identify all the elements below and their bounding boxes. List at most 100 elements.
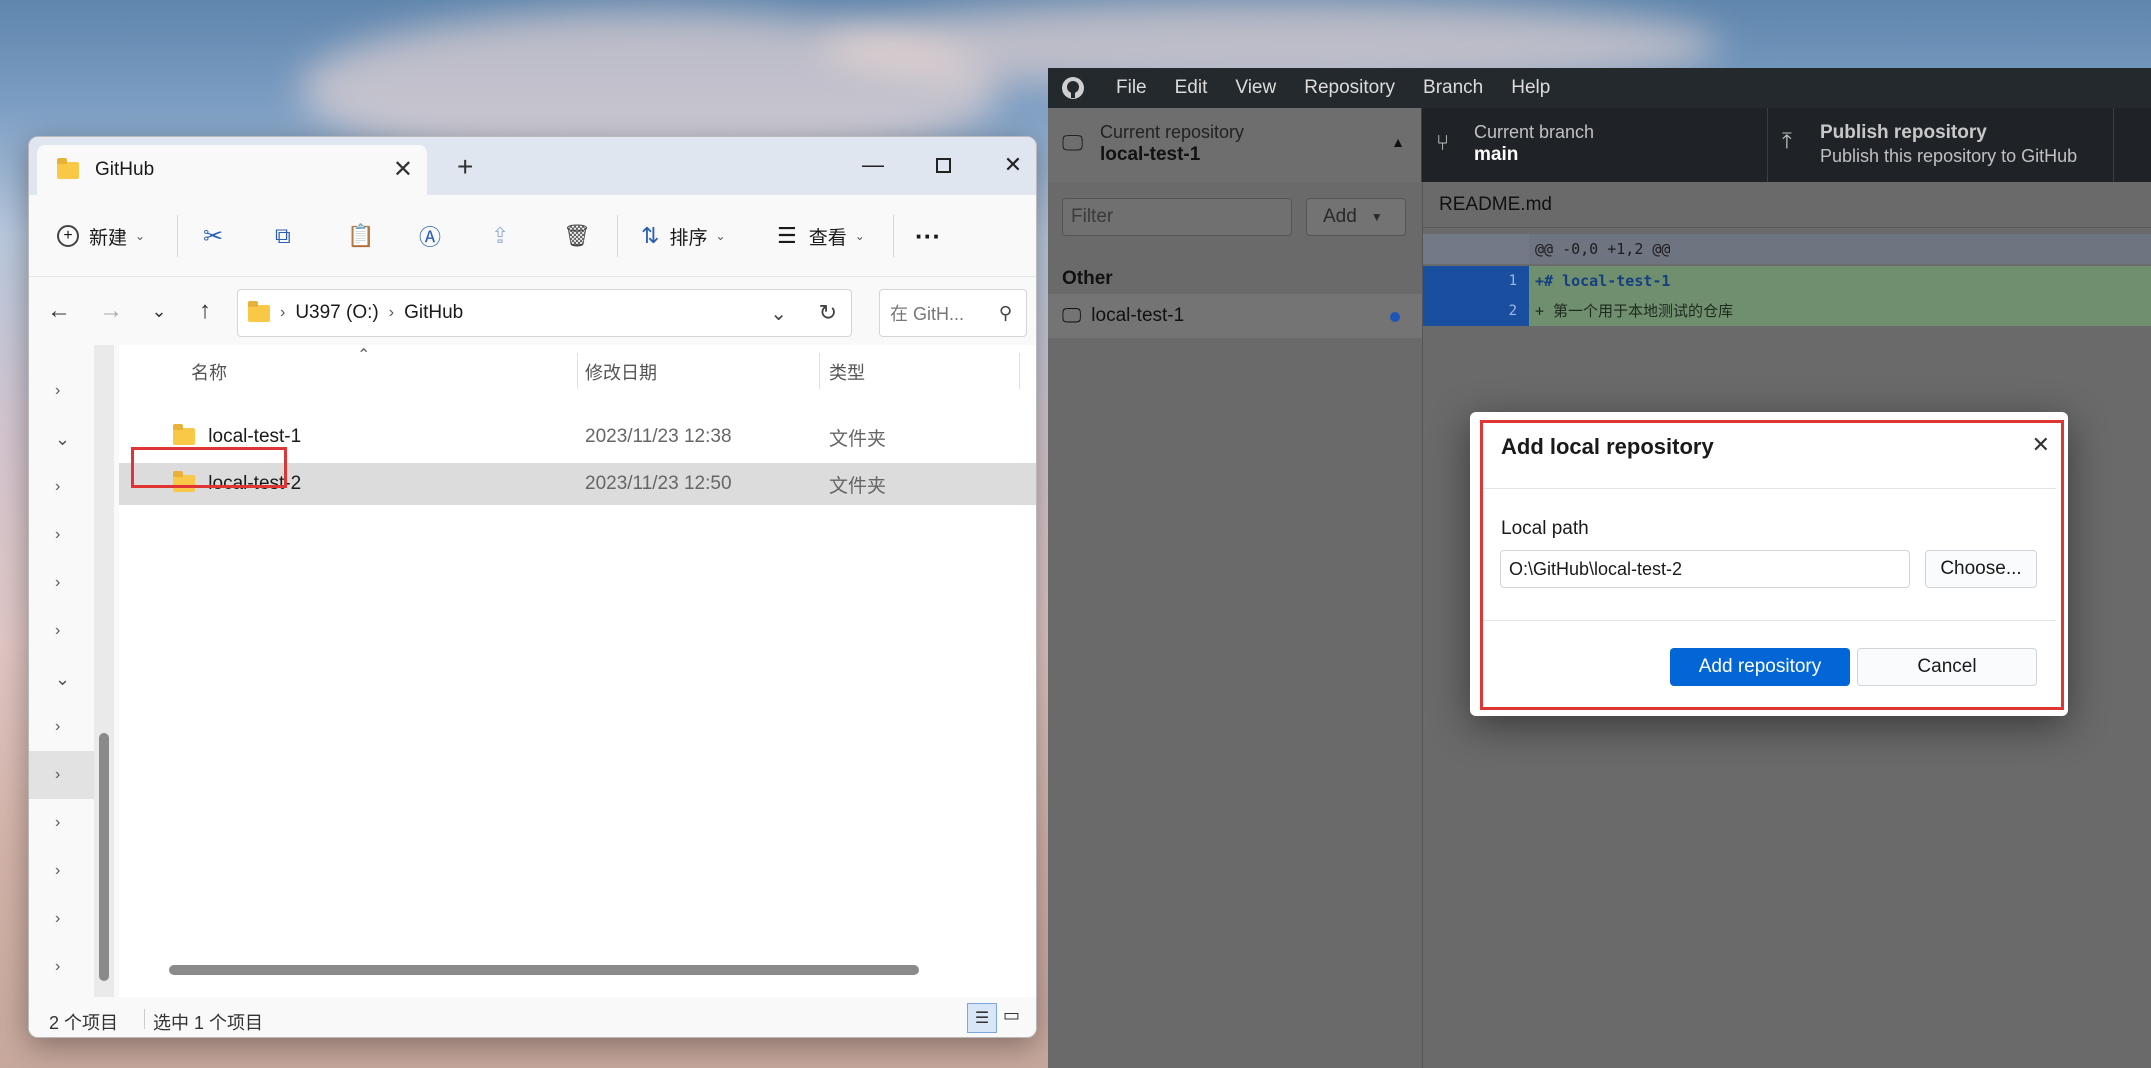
file-list: 名称 ⌃ 修改日期 类型 local-test-1 2023/11/23 12:… [119,345,1036,997]
horizontal-scrollbar[interactable] [169,965,919,975]
highlight-box-folder [131,447,287,488]
new-label: 新建 [89,227,128,249]
folder-icon [248,300,270,322]
current-repo-name: local-test-1 [1100,144,1201,165]
chevron-right-icon: › [55,718,61,735]
scrollbar-thumb[interactable] [99,733,109,981]
menu-repository[interactable]: Repository [1304,77,1395,99]
repo-list-item[interactable]: 🖵 local-test-1 [1048,294,1422,338]
current-repository-selector[interactable]: 🖵 Current repository local-test-1 ▲ [1048,108,1422,182]
chevron-right-icon: › [55,478,61,495]
tab-close-icon[interactable]: ✕ [393,155,413,184]
file-type: 文件夹 [829,428,887,450]
menu-view[interactable]: View [1235,77,1276,99]
current-branch-label: Current branch [1474,122,1595,142]
view-lines-icon: ☰ [777,223,797,248]
back-button[interactable]: ← [39,291,79,331]
menu-file[interactable]: File [1116,77,1147,99]
tab-title: GitHub [95,159,155,180]
filter-input[interactable]: Filter [1062,198,1292,236]
minimize-button[interactable]: — [843,147,903,183]
diff-added-line[interactable]: 1 +# local-test-1 [1423,266,2151,296]
explorer-titlebar: GitHub ✕ + — ✕ [29,137,1036,195]
filter-placeholder: Filter [1071,206,1114,227]
breadcrumb-separator: › [280,304,286,321]
search-input[interactable]: 在 GitH... ⚲ [879,289,1027,337]
view-button[interactable]: ☰ 查看 ⌄ [777,217,865,255]
navigation-pane: › ⌄ › › › › ⌄ › › › › › › [29,345,117,997]
current-branch-selector[interactable]: ⑂ Current branch main [1422,108,1768,182]
new-button[interactable]: + 新建 ⌄ [57,217,145,255]
clipboard-icon: 📋 [347,223,375,248]
tiles-view-icon[interactable]: ▭ [1003,1005,1020,1026]
status-divider [144,1009,145,1029]
diff-gutter [1423,234,1529,264]
sort-label: 排序 [669,227,708,249]
delete-button[interactable]: 🗑 [563,217,591,255]
chevron-right-icon: › [55,958,61,975]
file-type: 文件夹 [829,475,887,497]
menu-bar: File Edit View Repository Branch Help [1048,68,2151,108]
toolbar-divider [177,215,178,257]
add-dropdown-button[interactable]: Add ▼ [1306,198,1406,236]
breadcrumb-folder[interactable]: GitHub [404,302,463,324]
trash-icon: 🗑 [563,223,591,248]
current-branch-name: main [1474,144,1519,165]
copy-icon: ⧉ [275,223,291,248]
column-header-date[interactable]: 修改日期 [585,359,657,385]
paste-button[interactable]: 📋 [347,217,374,255]
address-bar[interactable]: › U397 (O:) › GitHub ⌄ ↻ [237,289,852,337]
diff-added-line[interactable]: 2 + 第一个用于本地测试的仓库 [1423,296,2151,326]
search-icon: ⚲ [998,302,1012,323]
column-divider[interactable] [577,353,578,389]
upload-icon: ⤒ [1782,128,1792,153]
close-window-button[interactable]: ✕ [983,147,1036,183]
refresh-icon[interactable]: ↻ [819,300,837,326]
menu-branch[interactable]: Branch [1423,77,1483,99]
maximize-button[interactable] [913,147,973,183]
address-dropdown-icon[interactable]: ⌄ [770,301,787,326]
folder-icon [173,424,195,446]
copy-button[interactable]: ⧉ [275,217,291,255]
column-header-name[interactable]: 名称 [191,359,227,385]
rename-button[interactable]: Ⓐ [419,217,441,255]
breadcrumb-drive[interactable]: U397 (O:) [295,302,378,324]
repository-list-pane: Filter Add ▼ Other 🖵 local-test-1 [1048,182,1422,1068]
file-name-cell: local-test-1 [173,424,301,448]
column-divider[interactable] [819,353,820,389]
ellipsis-icon: ··· [915,220,941,251]
recent-locations-button[interactable]: ⌄ [139,291,179,331]
current-repo-label: Current repository [1100,122,1245,142]
diff-code: +# local-test-1 [1535,272,1671,290]
explorer-tab[interactable]: GitHub ✕ [37,145,427,195]
breadcrumb-separator: › [388,304,395,321]
column-header-type[interactable]: 类型 [829,359,865,385]
file-date: 2023/11/23 12:50 [585,473,732,494]
publish-repository-button[interactable]: ⤒ Publish repository Publish this reposi… [1768,108,2114,182]
share-icon: ⇪ [491,223,510,248]
rename-icon: Ⓐ [419,225,442,250]
item-count: 2 个项目 [49,1013,119,1033]
chevron-down-icon: ⌄ [715,229,726,243]
status-bar: 2 个项目 选中 1 个项目 ☰ ▭ [29,997,1036,1037]
more-options-button[interactable]: ··· [915,217,941,255]
nav-pane-scrollbar[interactable] [94,345,114,997]
details-view-icon[interactable]: ☰ [967,1003,997,1033]
new-tab-button[interactable]: + [457,151,473,183]
computer-icon: 🖵 [1062,304,1082,327]
highlight-box-dialog [1480,420,2064,710]
sort-button[interactable]: ⇅ 排序 ⌄ [641,217,726,255]
menu-help[interactable]: Help [1511,77,1550,99]
repo-item-name: local-test-1 [1091,305,1185,326]
chevron-down-icon: ⌄ [135,229,146,243]
column-divider[interactable] [1019,353,1020,389]
menu-edit[interactable]: Edit [1175,77,1208,99]
chevron-right-icon: › [55,910,61,927]
toolbar-divider [617,215,618,257]
branch-icon: ⑂ [1436,130,1450,155]
computer-icon: 🖵 [1062,130,1084,155]
up-button[interactable]: ↑ [185,291,225,331]
forward-button[interactable]: → [91,291,131,331]
share-button[interactable]: ⇪ [491,217,509,255]
cut-button[interactable]: ✂ [203,217,223,255]
